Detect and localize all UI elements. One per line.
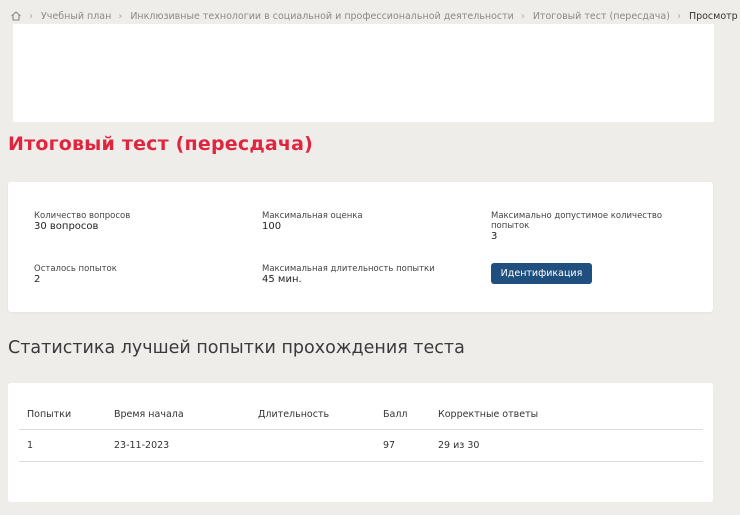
page-title: Итоговый тест (пересдача) [8, 133, 314, 155]
questions-count-value: 30 вопросов [34, 221, 99, 232]
questions-count-field: Количество вопросов 30 вопросов [34, 211, 130, 233]
cell-attempt: 1 [19, 429, 106, 462]
column-header-score: Балл [375, 401, 430, 430]
attempts-left-field: Осталось попыток 2 [34, 264, 117, 286]
column-header-correct-answers: Корректные ответы [430, 401, 703, 430]
breadcrumb-item-study-plan[interactable]: Учебный план [41, 11, 111, 22]
column-header-duration: Длительность [250, 401, 375, 430]
stats-table: Попытки Время начала Длительность Балл К… [19, 401, 703, 462]
chevron-right-icon: › [676, 10, 681, 22]
cell-score: 97 [375, 429, 430, 462]
max-score-value: 100 [262, 221, 282, 232]
table-row: 1 23-11-2023 97 29 из 30 [19, 429, 703, 462]
breadcrumb-item-current: Просмотр [688, 10, 738, 22]
home-icon[interactable] [10, 10, 22, 22]
attempts-left-label: Осталось попыток [34, 264, 117, 274]
cell-correct-answers: 29 из 30 [430, 429, 703, 462]
banner-area [13, 24, 714, 122]
max-duration-value: 45 мин. [262, 274, 302, 285]
identification-button[interactable]: Идентификация [491, 263, 592, 284]
chevron-right-icon: › [118, 10, 123, 22]
chevron-right-icon: › [29, 10, 33, 22]
breadcrumb-item-course[interactable]: Инклюзивные технологии в социальной и пр… [130, 11, 514, 22]
max-score-field: Максимальная оценка 100 [262, 211, 363, 233]
cell-start-time: 23-11-2023 [106, 429, 250, 462]
max-attempts-field: Максимально допустимое количество попыто… [491, 211, 681, 243]
breadcrumb: › Учебный план › Инклюзивные технологии … [10, 9, 738, 23]
cell-duration [250, 429, 375, 462]
questions-count-label: Количество вопросов [34, 211, 131, 221]
stats-card: Попытки Время начала Длительность Балл К… [8, 383, 713, 502]
table-header-row: Попытки Время начала Длительность Балл К… [19, 401, 703, 430]
column-header-attempts: Попытки [19, 401, 106, 430]
max-attempts-value: 3 [491, 231, 498, 242]
test-info-card: Количество вопросов 30 вопросов Максимал… [8, 182, 713, 312]
chevron-right-icon: › [520, 10, 525, 22]
attempts-left-value: 2 [34, 274, 41, 285]
stats-section-title: Статистика лучшей попытки прохождения те… [8, 338, 465, 358]
max-duration-field: Максимальная длительность попытки 45 мин… [262, 264, 435, 286]
max-score-label: Максимальная оценка [262, 211, 363, 221]
max-attempts-label: Максимально допустимое количество попыто… [491, 211, 663, 231]
column-header-start-time: Время начала [106, 401, 250, 430]
max-duration-label: Максимальная длительность попытки [262, 264, 435, 274]
breadcrumb-item-test[interactable]: Итоговый тест (пересдача) [533, 11, 670, 22]
